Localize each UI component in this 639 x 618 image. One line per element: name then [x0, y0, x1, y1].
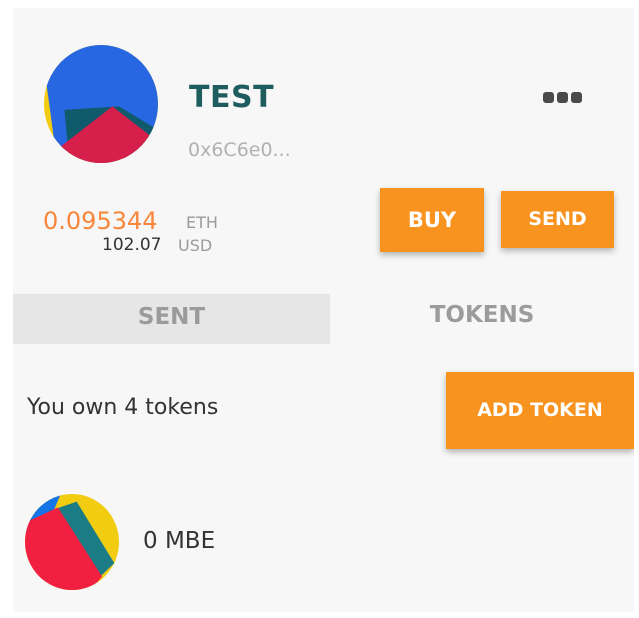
more-horizontal-icon[interactable]	[543, 92, 591, 108]
token-list-item[interactable]: 0 MBE	[25, 494, 605, 590]
tokens-count-text: You own 4 tokens	[27, 395, 219, 420]
usd-balance-value: 102.07	[102, 235, 162, 255]
more-dot	[571, 92, 582, 103]
account-avatar[interactable]	[44, 45, 158, 163]
tab-tokens[interactable]: TOKENS	[330, 290, 634, 344]
add-token-button[interactable]: ADD TOKEN	[446, 372, 634, 449]
wallet-panel: TEST 0x6C6e0... 0.095344 ETH 102.07 USD …	[13, 8, 634, 612]
tab-sent[interactable]: SENT	[13, 294, 330, 344]
account-address[interactable]: 0x6C6e0...	[188, 139, 291, 161]
identicon-token-icon	[25, 494, 119, 590]
usd-balance-unit: USD	[178, 236, 213, 255]
token-balance: 0 MBE	[143, 528, 216, 554]
more-dot	[543, 92, 554, 103]
buy-button[interactable]: BUY	[380, 188, 484, 252]
eth-balance-unit: ETH	[186, 213, 218, 232]
tab-bar: SENT TOKENS	[13, 290, 634, 344]
eth-balance-value: 0.095344	[43, 207, 158, 235]
more-dot	[557, 92, 568, 103]
identicon-avatar-icon	[44, 45, 158, 163]
send-button[interactable]: SEND	[501, 191, 614, 248]
account-name: TEST	[189, 80, 275, 115]
